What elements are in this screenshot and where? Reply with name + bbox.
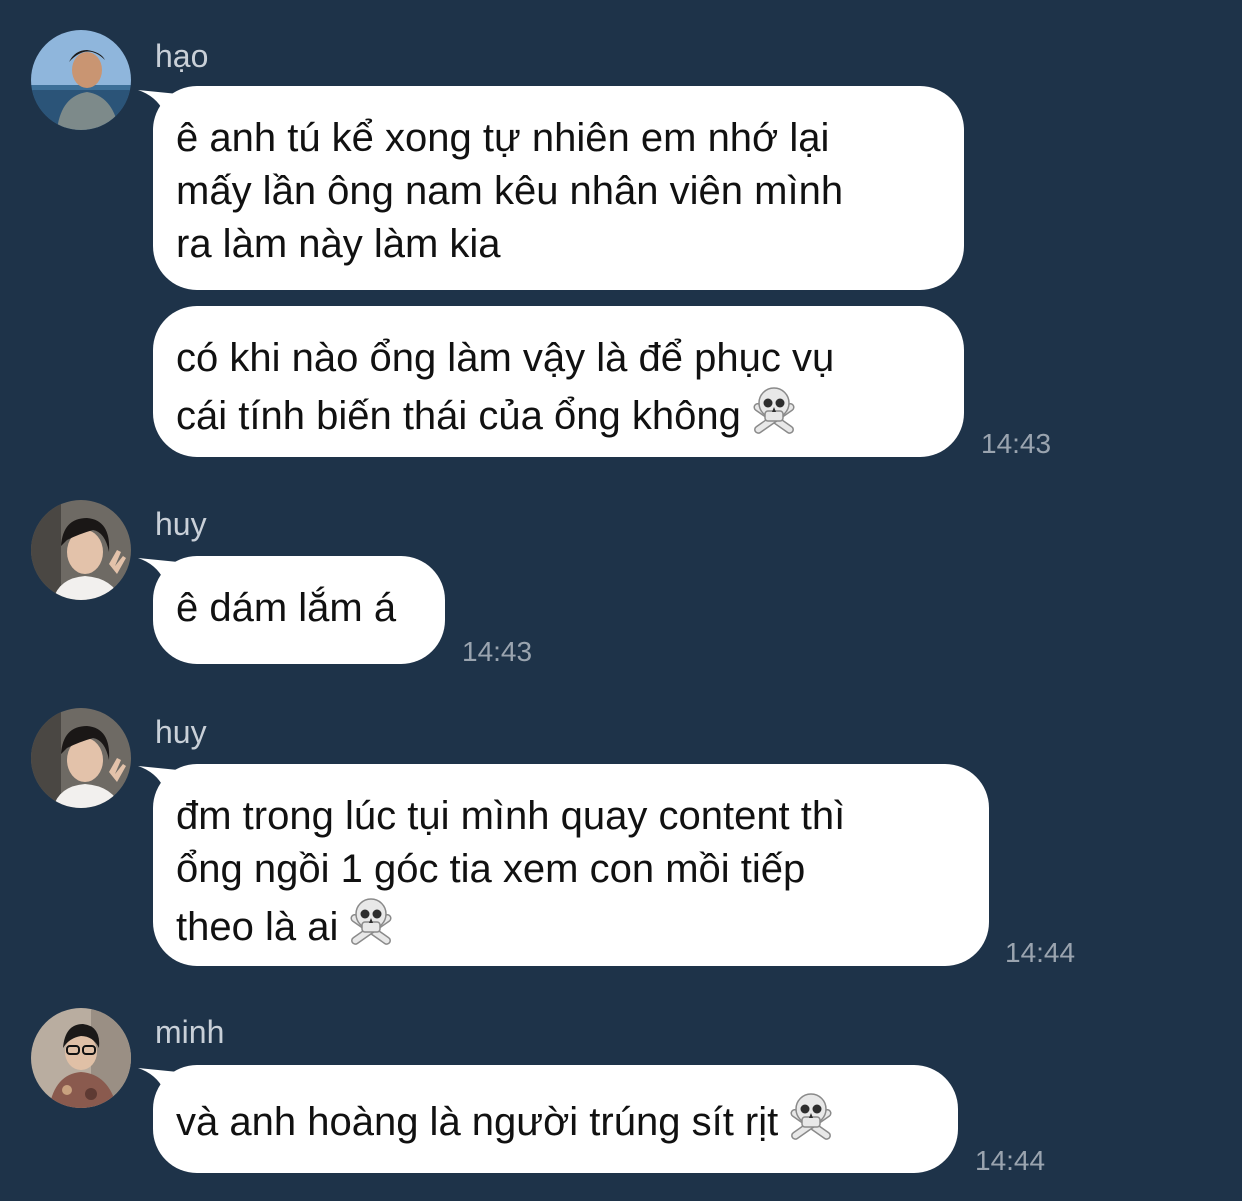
sender-name: huy bbox=[155, 714, 207, 750]
skull-emoji-icon bbox=[790, 1093, 832, 1140]
message-timestamp: 14:43 bbox=[462, 636, 533, 667]
message-text: ra làm này làm kia bbox=[176, 222, 501, 266]
sender-name: huy bbox=[155, 506, 207, 542]
skull-emoji-icon bbox=[350, 898, 392, 945]
message-timestamp: 14:43 bbox=[981, 428, 1052, 459]
message-bubble[interactable]: có khi nào ổng làm vậy là để phục vụ cái… bbox=[153, 306, 964, 457]
message-text: theo là ai bbox=[176, 905, 339, 949]
sender-name: hạo bbox=[155, 38, 209, 74]
message-text: ổng ngồi 1 góc tia xem con mồi tiếp bbox=[176, 847, 806, 891]
message-bubble[interactable]: ê dám lắm á bbox=[153, 556, 445, 664]
avatar-huy[interactable] bbox=[31, 708, 131, 808]
message-bubble[interactable]: đm trong lúc tụi mình quay content thì ổ… bbox=[153, 764, 989, 966]
message-text: ê dám lắm á bbox=[176, 586, 397, 630]
skull-emoji-icon bbox=[753, 387, 795, 434]
sender-name: minh bbox=[155, 1014, 225, 1050]
avatar-minh-photo bbox=[31, 1008, 131, 1108]
message-text: mấy lần ông nam kêu nhân viên mình bbox=[176, 169, 844, 213]
message-timestamp: 14:44 bbox=[1005, 937, 1076, 968]
avatar-hao[interactable] bbox=[31, 30, 131, 130]
message-text: đm trong lúc tụi mình quay content thì bbox=[176, 794, 846, 838]
avatar-huy-photo bbox=[31, 708, 131, 808]
message-bubble[interactable]: và anh hoàng là người trúng sít rịt bbox=[153, 1065, 958, 1173]
message-text: cái tính biến thái của ổng không bbox=[176, 394, 741, 438]
avatar-huy[interactable] bbox=[31, 500, 131, 600]
message-bubble[interactable]: ê anh tú kể xong tự nhiên em nhớ lại mấy… bbox=[153, 86, 964, 290]
message-timestamp: 14:44 bbox=[975, 1145, 1046, 1176]
avatar-huy-photo bbox=[31, 500, 131, 600]
message-text: ê anh tú kể xong tự nhiên em nhớ lại bbox=[176, 116, 830, 160]
avatar-hao-photo bbox=[31, 30, 131, 130]
message-text: có khi nào ổng làm vậy là để phục vụ bbox=[176, 336, 835, 380]
message-text: và anh hoàng là người trúng sít rịt bbox=[176, 1100, 779, 1144]
avatar-minh[interactable] bbox=[31, 1008, 131, 1108]
